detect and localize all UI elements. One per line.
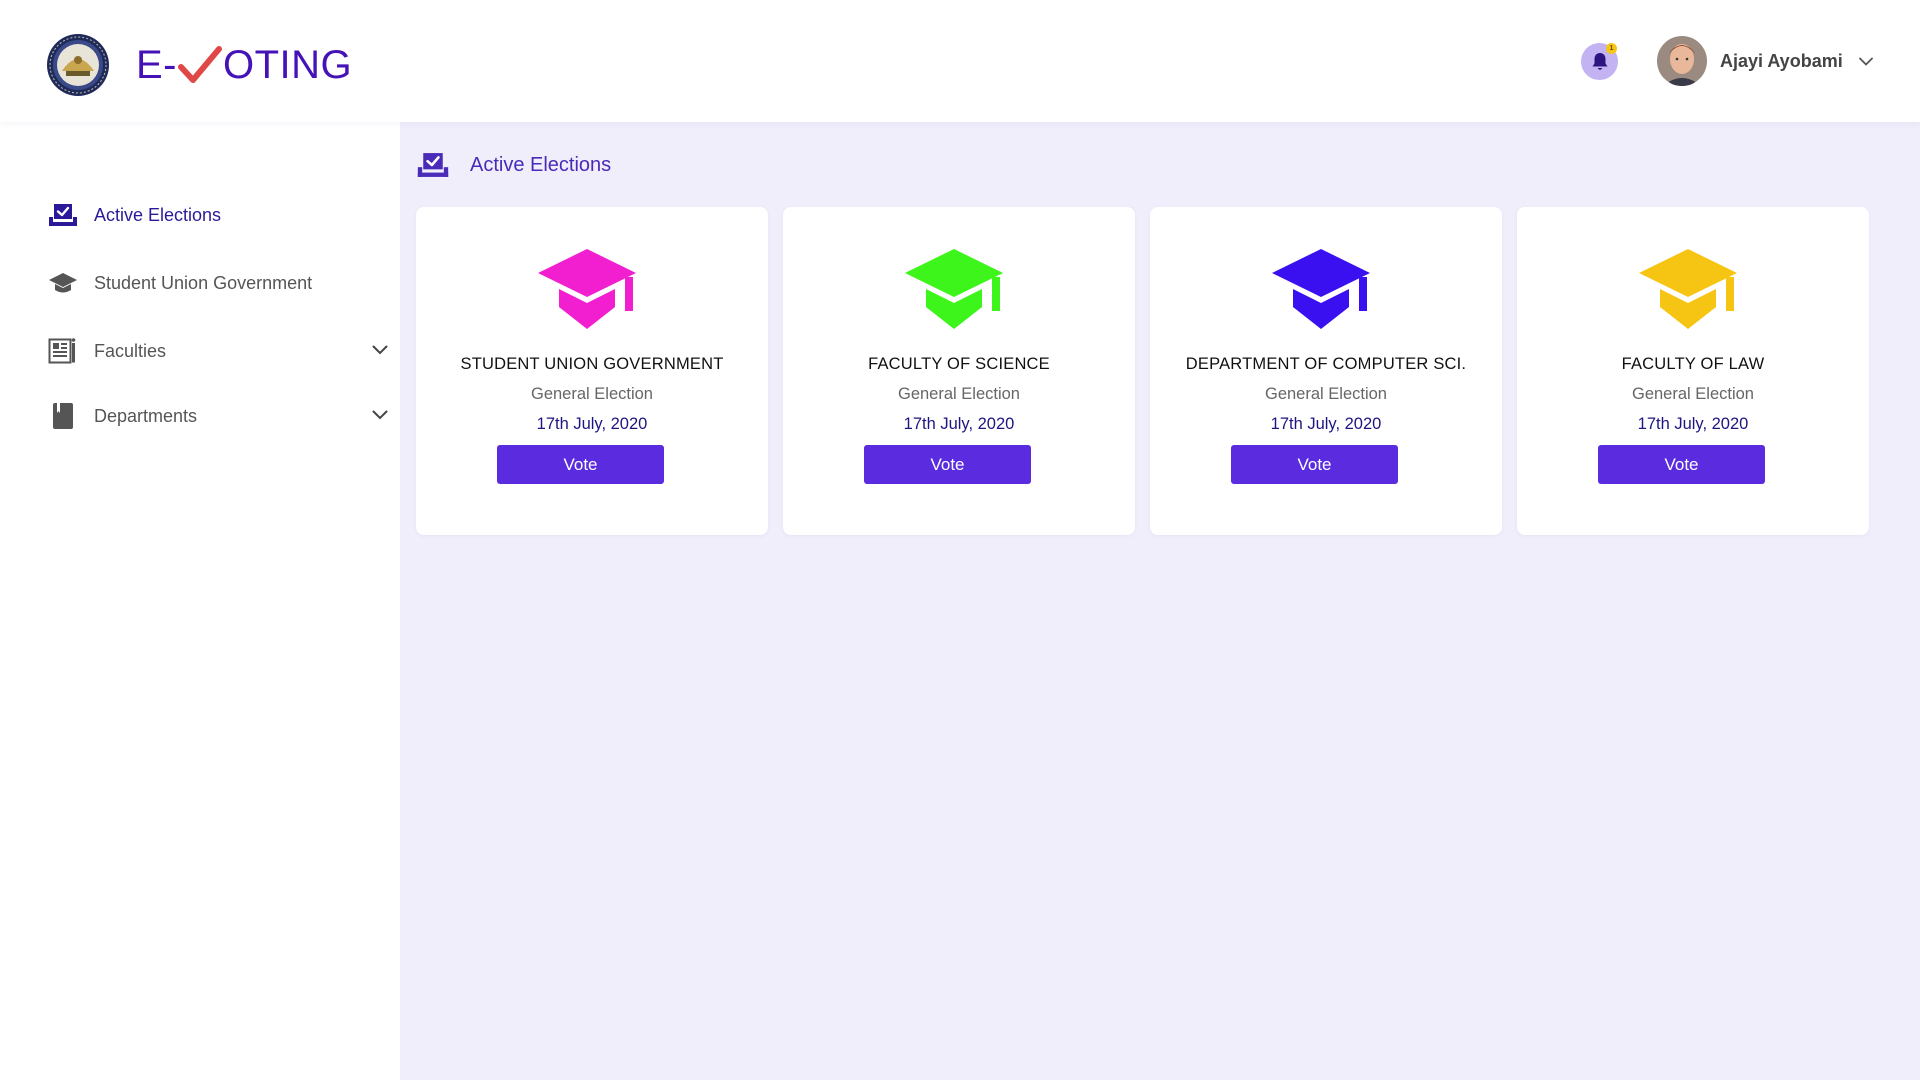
sidebar-item-student-union[interactable]: Student Union Government	[48, 266, 388, 300]
graduation-cap-icon	[538, 249, 636, 329]
sidebar-item-faculties[interactable]: Faculties	[48, 334, 388, 368]
sidebar-item-label: Departments	[94, 405, 198, 426]
election-type: General Election	[1265, 385, 1387, 403]
vote-button[interactable]: Vote	[864, 445, 1031, 484]
election-title: FACULTY OF SCIENCE	[868, 355, 1050, 373]
logo[interactable]: E- OTING	[46, 33, 352, 97]
book-icon	[48, 401, 78, 431]
graduation-cap-icon	[905, 249, 1003, 329]
sidebar-item-departments[interactable]: Departments	[48, 399, 388, 433]
sidebar-item-active-elections[interactable]: Active Elections	[48, 198, 388, 232]
election-card: FACULTY OF LAW General Election 17th Jul…	[1517, 207, 1869, 535]
sidebar: Active Elections Student Union Governmen…	[0, 122, 400, 1080]
election-date: 17th July, 2020	[903, 415, 1015, 433]
chevron-down-icon[interactable]	[372, 410, 388, 420]
vote-button[interactable]: Vote	[1598, 445, 1765, 484]
top-header: E- OTING 1 Ajayi Ayobami	[0, 0, 1920, 122]
section-header: Active Elections	[416, 152, 611, 178]
notifications-button[interactable]: 1	[1581, 43, 1618, 80]
user-name: Ajayi Ayobami	[1720, 50, 1843, 71]
brand-prefix: E-	[136, 43, 177, 87]
vote-button[interactable]: Vote	[497, 445, 664, 484]
election-date: 17th July, 2020	[1637, 415, 1749, 433]
ballot-box-icon	[417, 153, 449, 177]
election-title: STUDENT UNION GOVERNMENT	[460, 355, 724, 373]
election-title: FACULTY OF LAW	[1621, 355, 1765, 373]
sidebar-item-label: Active Elections	[94, 204, 222, 225]
brand-title: E- OTING	[136, 45, 352, 85]
election-card: FACULTY OF SCIENCE General Election 17th…	[783, 207, 1135, 535]
page-title: Active Elections	[470, 153, 612, 176]
election-date: 17th July, 2020	[1270, 415, 1382, 433]
sidebar-item-label: Faculties	[94, 340, 167, 361]
bell-icon	[1592, 52, 1607, 70]
election-type: General Election	[898, 385, 1020, 403]
university-seal-icon	[47, 34, 109, 96]
chevron-down-icon[interactable]	[372, 345, 388, 355]
notification-badge: 1	[1606, 43, 1617, 54]
sidebar-item-label: Student Union Government	[94, 272, 313, 293]
graduation-cap-icon	[1639, 249, 1737, 329]
chevron-down-icon	[1858, 57, 1873, 66]
checkmark-icon	[178, 46, 222, 83]
election-title: DEPARTMENT OF COMPUTER SCI.	[1185, 355, 1467, 373]
election-card: DEPARTMENT OF COMPUTER SCI. General Elec…	[1150, 207, 1502, 535]
main-content: Active Elections STUDENT UNION GOVERNMEN…	[400, 122, 1920, 1080]
election-type: General Election	[531, 385, 653, 403]
brand-suffix: OTING	[223, 43, 353, 87]
graduation-cap-icon	[48, 268, 78, 298]
election-cards: STUDENT UNION GOVERNMENT General Electio…	[416, 207, 1869, 535]
user-menu[interactable]: Ajayi Ayobami	[1657, 36, 1873, 86]
vote-button[interactable]: Vote	[1231, 445, 1398, 484]
ballot-box-icon	[48, 200, 78, 230]
newspaper-icon	[48, 336, 78, 366]
graduation-cap-icon	[1272, 249, 1370, 329]
election-card: STUDENT UNION GOVERNMENT General Electio…	[416, 207, 768, 535]
election-type: General Election	[1632, 385, 1754, 403]
election-date: 17th July, 2020	[536, 415, 648, 433]
avatar	[1657, 36, 1707, 86]
